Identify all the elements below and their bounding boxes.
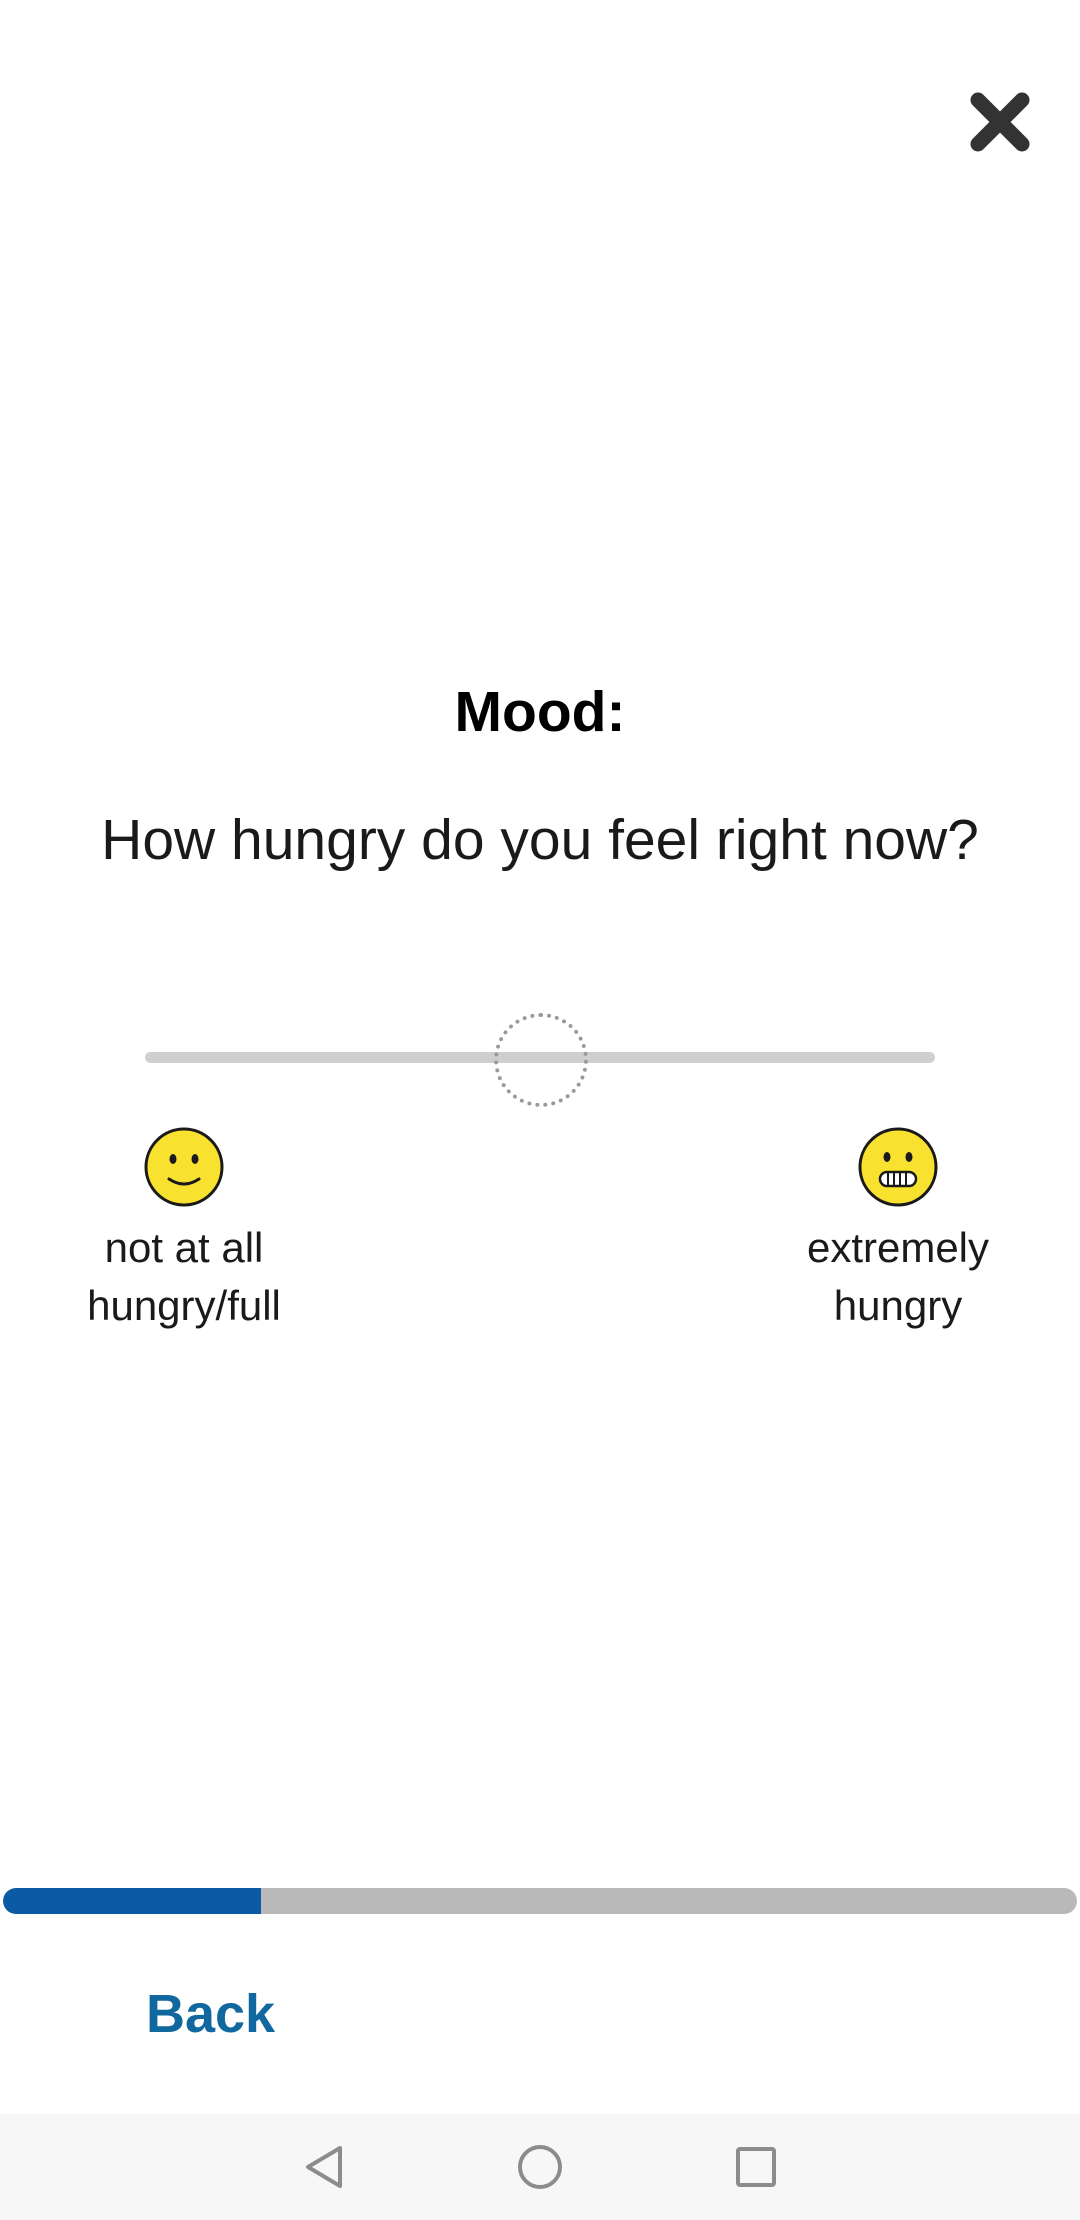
survey-screen: Mood: How hungry do you feel right now? … [0,0,1080,2220]
nav-home-icon [518,2145,562,2189]
question-category: Mood: [454,680,626,744]
close-icon [970,92,1030,152]
nav-recents-icon [736,2147,776,2187]
survey-progress-fill [3,1888,261,1914]
close-button[interactable] [964,86,1036,158]
slider-max-label: extremely hungry [806,1224,990,1329]
slider-thumb[interactable] [494,1013,588,1107]
slider-min-anchor: not at all hungry/full [34,1127,334,1335]
nav-back-icon [306,2146,342,2188]
system-home-button[interactable] [487,2114,593,2220]
slider-min-label: not at all hungry/full [87,1224,281,1329]
back-button[interactable]: Back [146,1976,275,2052]
slightly-smiling-face-icon [144,1127,224,1207]
system-navigation-bar [0,2114,1080,2220]
system-recents-button[interactable] [703,2114,809,2220]
hunger-slider[interactable] [140,1005,940,1109]
question-text: How hungry do you feel right now? [101,808,979,872]
grimacing-face-icon [858,1127,938,1207]
system-back-button[interactable] [272,2114,378,2220]
slider-max-anchor: extremely hungry [748,1127,1048,1335]
survey-progress-bar [3,1888,1077,1914]
